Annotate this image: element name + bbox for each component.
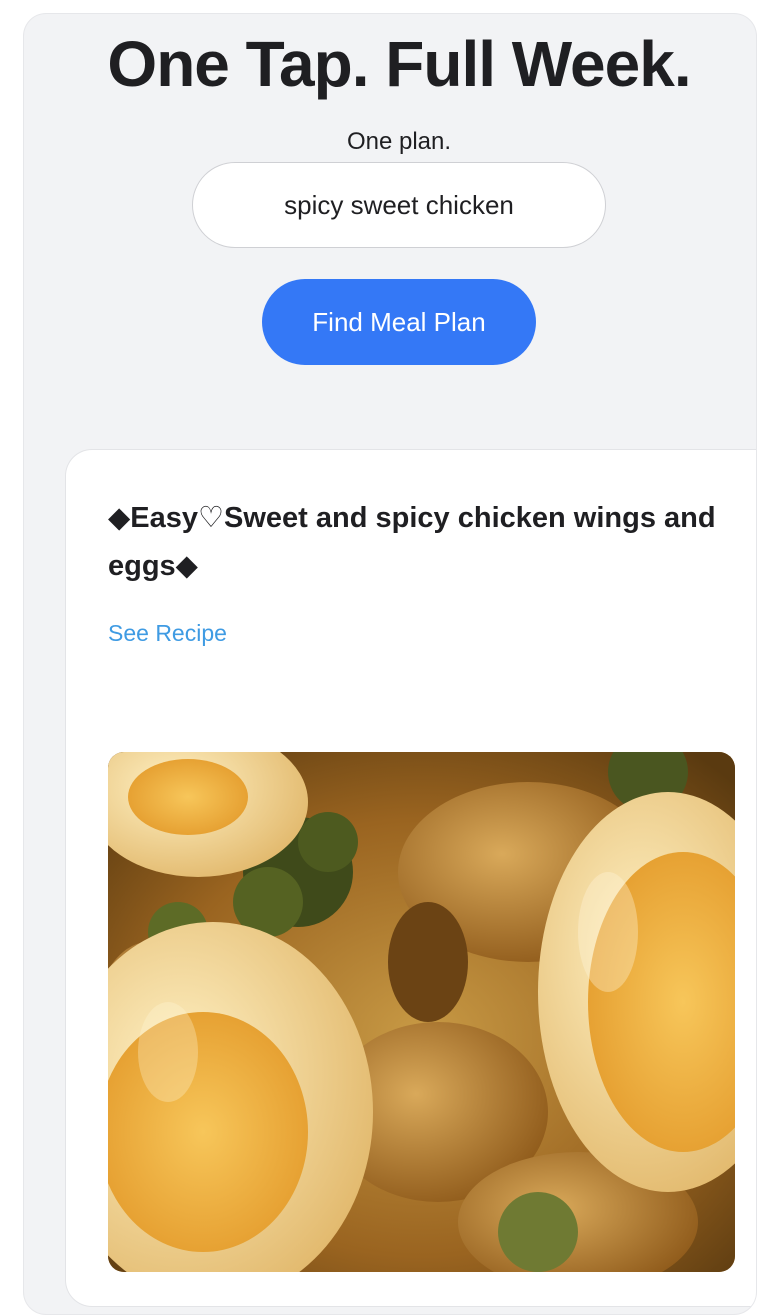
recipe-card: ◆Easy♡Sweet and spicy chicken wings and … — [66, 450, 756, 1306]
food-photo-icon — [108, 752, 735, 1272]
page-title: One Tap. Full Week. — [107, 28, 691, 100]
see-recipe-link[interactable]: See Recipe — [108, 620, 227, 647]
meal-plan-panel: One Tap. Full Week. One plan. Find Meal … — [24, 14, 756, 1314]
recipe-photo — [108, 752, 735, 1272]
search-input[interactable] — [192, 162, 606, 248]
find-meal-plan-button[interactable]: Find Meal Plan — [262, 279, 536, 365]
page-subtitle: One plan. — [346, 128, 452, 155]
recipe-title: ◆Easy♡Sweet and spicy chicken wings and … — [108, 502, 716, 582]
